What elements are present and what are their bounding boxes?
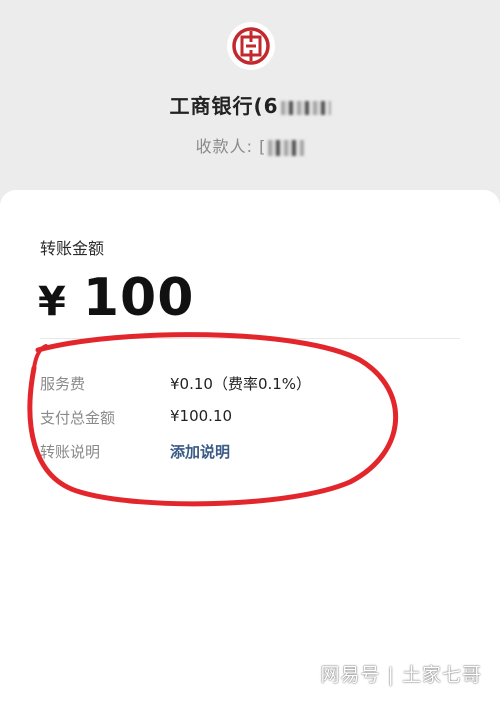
divider [40,338,460,339]
watermark: 网易号 | 土家七哥 [320,664,482,686]
bank-name: 工商银行(6 [0,90,500,119]
service-fee-label: 服务费 [40,375,86,393]
transfer-card: 转账金额 ¥ 100 服务费 ¥0.10（费率0.1%） 支付总金额 ¥100.… [0,190,500,701]
icbc-logo-icon [227,22,275,70]
service-fee-value: ¥0.10（费率0.1%） [170,375,312,393]
total-amount-value: ¥100.10 [170,407,233,425]
payee-header: 工商银行(6 收款人: [ [0,0,500,210]
payee-label: 收款人: [ [195,137,267,156]
service-fee-row: 服务费 ¥0.10（费率0.1%） [40,373,460,397]
amount-label: 转账金额 [40,239,105,258]
masked-payee-name [268,139,305,156]
add-note-link[interactable]: 添加说明 [170,441,230,462]
payee-name: 收款人: [ [0,133,500,157]
total-amount-row: 支付总金额 ¥100.10 [40,407,460,431]
masked-account-number [280,100,331,115]
transfer-note-label: 转账说明 [40,443,101,461]
amount-value: 100 [82,268,195,328]
currency-symbol: ¥ [38,279,67,325]
bank-name-text: 工商银行(6 [169,94,279,118]
transfer-note-row: 转账说明 添加说明 [40,441,460,465]
transfer-amount: ¥ 100 [38,268,194,328]
total-amount-label: 支付总金额 [40,409,116,427]
